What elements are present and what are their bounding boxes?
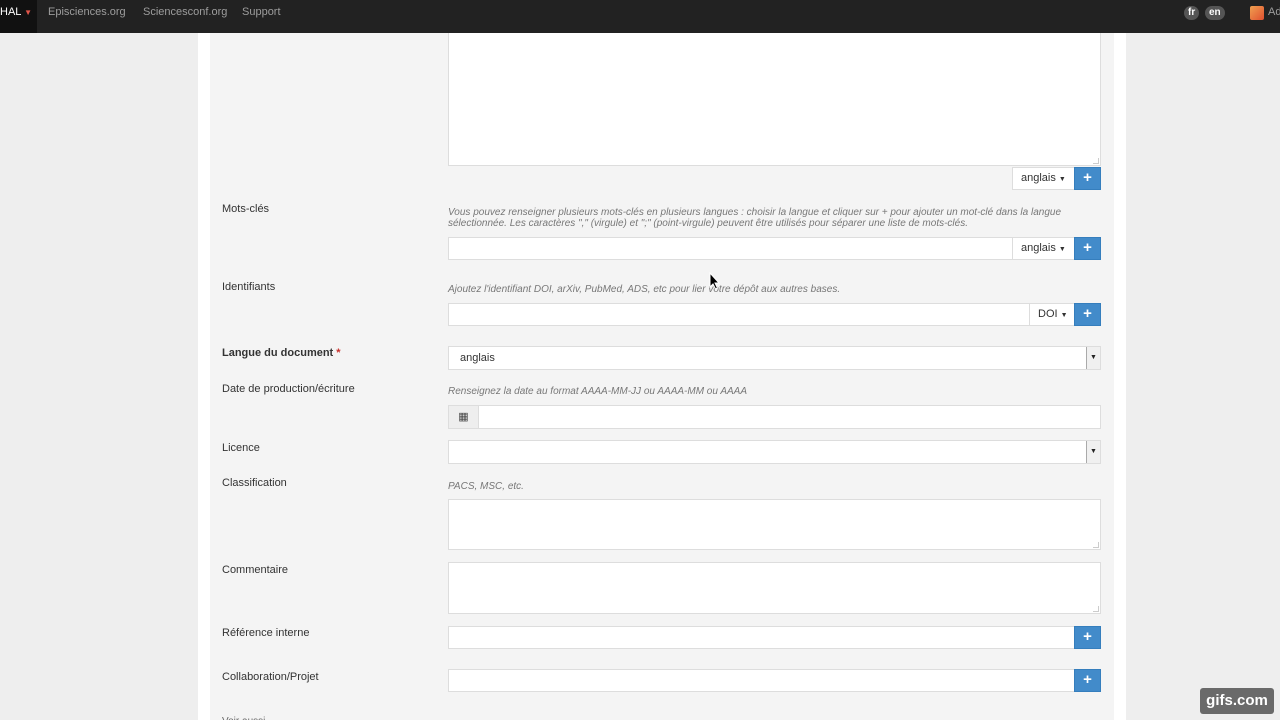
internal-ref-input[interactable]: [448, 626, 1075, 649]
licence-label: Licence: [222, 442, 260, 454]
classification-help: PACS, MSC, etc.: [448, 481, 524, 492]
add-abstract-button[interactable]: +: [1074, 167, 1101, 190]
mouse-cursor-icon: [709, 272, 721, 290]
add-identifier-button[interactable]: +: [1074, 303, 1101, 326]
required-marker: *: [336, 347, 341, 359]
date-input[interactable]: [478, 405, 1101, 429]
collab-label: Collaboration/Projet: [222, 671, 319, 683]
doc-lang-select[interactable]: anglais ▼: [448, 346, 1101, 370]
caret-down-icon: ▼: [1060, 312, 1068, 319]
add-collab-button[interactable]: +: [1074, 669, 1101, 692]
keywords-lang-dropdown[interactable]: anglais ▼: [1012, 237, 1074, 260]
abstract-lang-dropdown[interactable]: anglais ▼: [1012, 167, 1074, 190]
comment-textarea[interactable]: [448, 562, 1101, 614]
account-icon[interactable]: [1250, 6, 1264, 20]
lang-fr-button[interactable]: fr: [1184, 6, 1200, 20]
caret-down-icon: ▼: [1058, 246, 1066, 253]
resize-grip-icon[interactable]: [1093, 158, 1099, 164]
top-navbar: HAL ▼ Episciences.org Sciencesconf.org S…: [0, 0, 1280, 33]
identifier-input[interactable]: [448, 303, 1030, 326]
identifiers-help: Ajoutez l'identifiant DOI, arXiv, PubMed…: [448, 284, 841, 295]
date-label: Date de production/écriture: [222, 383, 355, 395]
identifier-type-label: DOI: [1038, 308, 1058, 320]
classification-textarea[interactable]: [448, 499, 1101, 550]
caret-down-icon: ▼: [24, 8, 32, 17]
keywords-help: Vous pouvez renseigner plusieurs mots-cl…: [448, 207, 1062, 229]
licence-select[interactable]: ▼: [448, 440, 1101, 464]
select-arrow-icon: ▼: [1086, 347, 1100, 369]
doc-lang-label-text: Langue du document: [222, 347, 334, 359]
nav-link-episciences[interactable]: Episciences.org: [48, 0, 126, 25]
doc-lang-label: Langue du document *: [222, 347, 341, 359]
comment-label: Commentaire: [222, 564, 289, 576]
account-label[interactable]: Ad: [1268, 0, 1280, 25]
classification-label: Classification: [222, 477, 287, 489]
gifs-watermark: gifs.com: [1200, 688, 1274, 714]
doc-lang-value: anglais: [460, 352, 495, 364]
identifiers-label: Identifiants: [222, 281, 276, 293]
collab-input[interactable]: [448, 669, 1075, 692]
lang-en-button[interactable]: en: [1205, 6, 1225, 20]
date-help: Renseignez la date au format AAAA-MM-JJ …: [448, 386, 748, 397]
add-internal-ref-button[interactable]: +: [1074, 626, 1101, 649]
brand-menu[interactable]: HAL ▼: [0, 0, 37, 33]
abstract-textarea[interactable]: [448, 33, 1101, 166]
keywords-label: Mots-clés: [222, 203, 270, 215]
internal-ref-label: Référence interne: [222, 627, 310, 639]
resize-grip-icon[interactable]: [1093, 606, 1099, 612]
identifier-type-dropdown[interactable]: DOI ▼: [1029, 303, 1074, 326]
calendar-icon[interactable]: ▦: [448, 405, 479, 429]
keywords-input[interactable]: [448, 237, 1013, 260]
select-arrow-icon: ▼: [1086, 441, 1100, 463]
abstract-lang-label: anglais: [1021, 172, 1056, 184]
keywords-lang-label: anglais: [1021, 242, 1056, 254]
nav-link-sciencesconf[interactable]: Sciencesconf.org: [143, 0, 227, 25]
add-keyword-button[interactable]: +: [1074, 237, 1101, 260]
resize-grip-icon[interactable]: [1093, 542, 1099, 548]
nav-link-support[interactable]: Support: [242, 0, 281, 25]
brand-label: HAL: [0, 6, 21, 18]
caret-down-icon: ▼: [1058, 176, 1066, 183]
see-also-label: Voir aussi: [222, 713, 265, 720]
